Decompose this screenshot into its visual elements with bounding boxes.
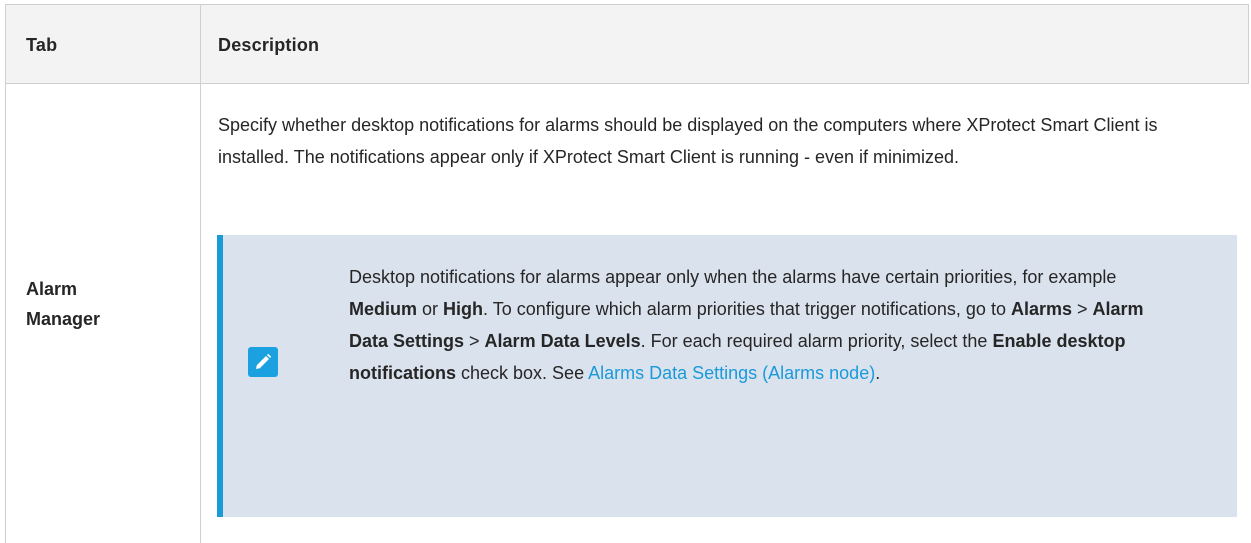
table-header-row: Tab Description [5,4,1249,84]
column-divider [200,83,201,543]
row-tab-name-line1: Alarm [26,279,78,299]
note-text-part: . For each required alarm priority, sele… [640,331,993,351]
note-text-part: > [464,331,485,351]
priority-high: High [443,299,484,319]
row-description: Specify whether desktop notifications fo… [218,115,1158,167]
pencil-icon [248,347,278,377]
header-description: Description [218,35,320,55]
note-text-part: . To configure which alarm priorities th… [483,299,1011,319]
priority-medium: Medium [349,299,418,319]
menu-alarms: Alarms [1010,299,1072,319]
note-callout: Desktop notifications for alarms appear … [217,235,1237,517]
column-divider [200,5,201,83]
alarms-data-settings-link[interactable]: Alarms Data Settings (Alarms node) [588,363,875,383]
note-text-part: Desktop notifications for alarms appear … [349,267,1117,287]
note-text-part: > [1072,299,1093,319]
note-text-part: check box. See [456,363,589,383]
note-text: Desktop notifications for alarms appear … [349,261,1149,389]
settings-table: Tab Description Alarm Manager Specify wh… [0,0,1251,543]
row-tab-name: Alarm Manager [26,274,186,334]
row-tab-name-line2: Manager [26,309,101,329]
header-tab: Tab [26,35,58,55]
note-text-part: or [417,299,444,319]
note-text-part: . [875,363,881,383]
menu-alarm-data-levels: Alarm Data Levels [484,331,641,351]
table-row: Alarm Manager Specify whether desktop no… [5,83,1249,543]
